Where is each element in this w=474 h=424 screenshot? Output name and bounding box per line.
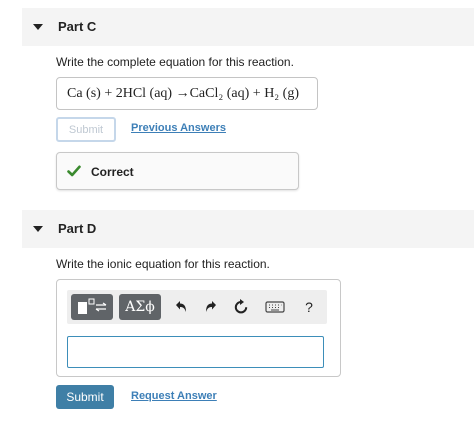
collapse-caret-icon[interactable] [33, 24, 43, 30]
part-d-header[interactable]: Part D [22, 210, 474, 248]
undo-icon[interactable] [169, 294, 193, 320]
part-c-header[interactable]: Part C [22, 8, 474, 46]
help-label: ? [305, 299, 313, 315]
collapse-caret-icon[interactable] [33, 226, 43, 232]
greek-symbols-button[interactable]: ΑΣϕ [119, 294, 161, 320]
redo-icon[interactable] [199, 294, 223, 320]
part-c-submit-button[interactable]: Submit [56, 117, 116, 142]
answer-input[interactable] [67, 336, 324, 368]
part-c-title: Part C [58, 19, 97, 34]
keyboard-icon[interactable] [263, 294, 287, 320]
answer-editor-panel: ΑΣϕ ? [56, 279, 341, 377]
equation-toolbar: ΑΣϕ ? [67, 290, 327, 324]
help-button[interactable]: ? [299, 294, 319, 320]
previous-answers-link[interactable]: Previous Answers [131, 122, 226, 134]
part-d-title: Part D [58, 221, 97, 236]
feedback-correct-box: Correct [56, 152, 299, 190]
part-d-submit-button[interactable]: Submit [56, 385, 114, 409]
greek-label: ΑΣϕ [125, 299, 155, 315]
reset-icon[interactable] [229, 294, 253, 320]
template-fraction-icon[interactable] [71, 294, 113, 320]
equation-text: Ca (s) + 2HCl (aq) →CaCl₂ (aq) + H₂ (g) [67, 86, 300, 101]
templates-glyph-icon [78, 298, 107, 314]
checkmark-icon [67, 165, 81, 177]
submitted-equation: Ca (s) + 2HCl (aq) →CaCl₂ (aq) + H₂ (g) [56, 77, 318, 110]
part-d-instruction: Write the ionic equation for this reacti… [56, 257, 270, 271]
feedback-text: Correct [91, 165, 134, 179]
request-answer-link[interactable]: Request Answer [131, 390, 217, 402]
part-c-instruction: Write the complete equation for this rea… [56, 55, 294, 69]
